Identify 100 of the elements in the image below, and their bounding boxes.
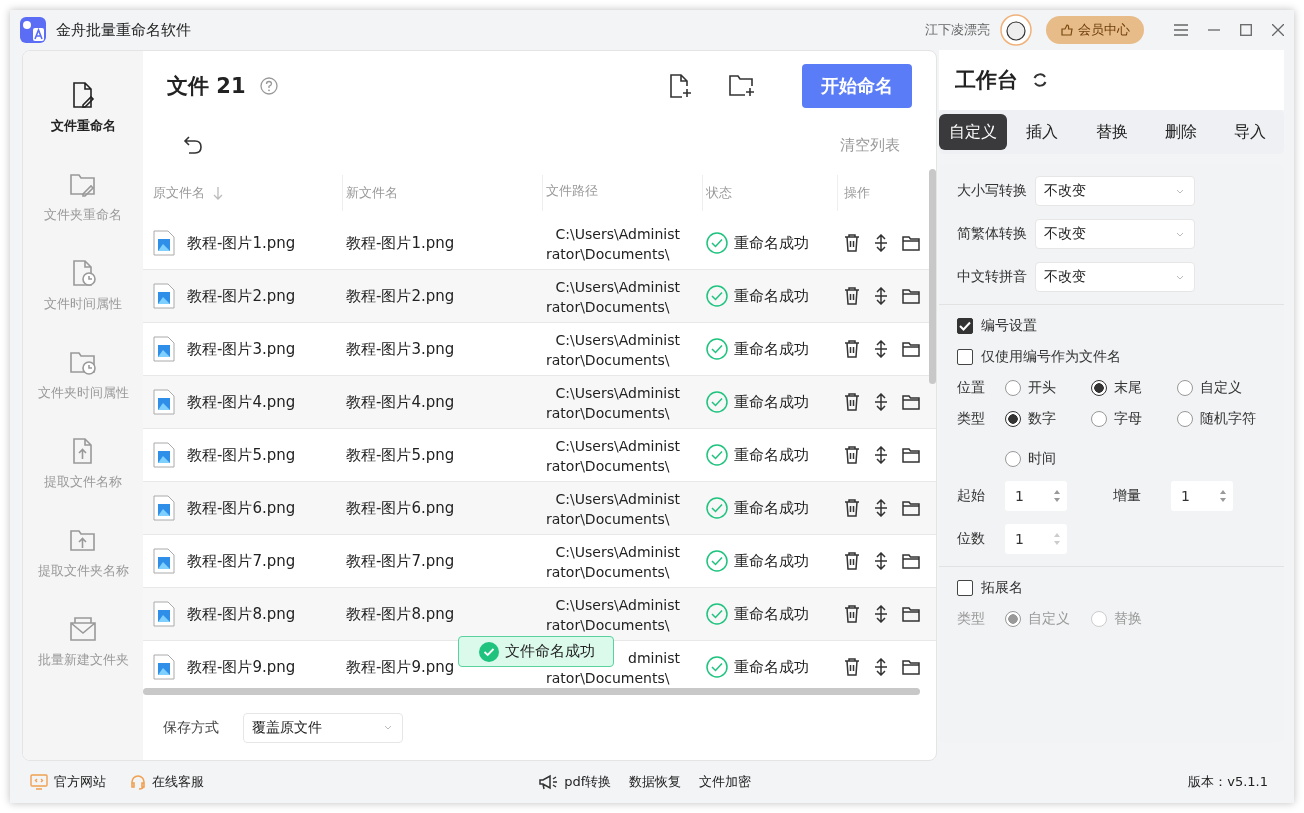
folder-icon[interactable]	[902, 500, 920, 516]
move-icon[interactable]	[874, 605, 888, 623]
move-icon[interactable]	[874, 340, 888, 358]
folder-icon[interactable]	[902, 447, 920, 463]
extension-checkbox[interactable]: 拓展名	[957, 579, 1284, 597]
folder-icon[interactable]	[902, 341, 920, 357]
move-icon[interactable]	[874, 393, 888, 411]
table-cell: C:\Users\Administ	[555, 544, 680, 560]
delete-icon[interactable]	[844, 234, 860, 252]
folder-icon[interactable]	[902, 288, 920, 304]
field-label: 增量	[1113, 487, 1142, 505]
delete-icon[interactable]	[844, 393, 860, 411]
dropdown[interactable]: 不改变	[1035, 262, 1195, 292]
version-text: 版本：v5.1.1	[1188, 773, 1268, 791]
image-file-icon	[153, 230, 175, 256]
table-cell: rator\Documents\	[546, 405, 670, 421]
tab[interactable]: 自定义	[939, 114, 1007, 150]
move-icon[interactable]	[874, 446, 888, 464]
tab[interactable]: 导入	[1216, 114, 1284, 150]
radio-option[interactable]: 随机字符	[1177, 410, 1263, 428]
table-cell: C:\Users\Administ	[555, 332, 680, 348]
footer-link[interactable]: 数据恢复	[629, 773, 682, 791]
footer-link[interactable]: 在线客服	[130, 773, 204, 791]
table-cell: C:\Users\Administ	[555, 491, 680, 507]
scrollbar[interactable]	[143, 688, 920, 695]
table-cell: rator\Documents\	[546, 617, 670, 633]
delete-icon[interactable]	[844, 605, 860, 623]
table-cell: 重命名成功	[734, 233, 809, 253]
move-icon[interactable]	[874, 552, 888, 570]
tab[interactable]: 删除	[1146, 114, 1215, 150]
dropdown[interactable]: 不改变	[1035, 176, 1195, 206]
check-circle-icon	[706, 391, 728, 413]
check-circle-icon	[706, 656, 728, 678]
table-cell: 重命名成功	[734, 286, 809, 306]
radio-option[interactable]: 开头	[1005, 379, 1091, 397]
thumbs-up-icon	[1060, 23, 1074, 37]
close-icon[interactable]	[1272, 24, 1284, 36]
delete-icon[interactable]	[844, 287, 860, 305]
move-icon[interactable]	[874, 234, 888, 252]
digits-field[interactable]: 1	[1005, 524, 1067, 554]
footer-link[interactable]: pdf转换	[538, 773, 612, 791]
tab[interactable]: 替换	[1077, 114, 1146, 150]
increment-field[interactable]: 1	[1171, 481, 1233, 511]
save-mode-label: 保存方式	[163, 718, 219, 737]
only-number-checkbox[interactable]: 仅使用编号作为文件名	[957, 348, 1284, 366]
radio-option[interactable]: 字母	[1091, 410, 1177, 428]
check-circle-icon	[706, 603, 728, 625]
avatar-icon[interactable]	[1000, 14, 1032, 46]
table-cell: 教程-图片7.png	[187, 551, 296, 571]
footer-link[interactable]: 文件加密	[699, 773, 752, 791]
dropdown[interactable]: 不改变	[1035, 219, 1195, 249]
undo-icon[interactable]	[183, 136, 203, 154]
folder-icon[interactable]	[902, 606, 920, 622]
radio-option[interactable]: 末尾	[1091, 379, 1177, 397]
add-folder-icon[interactable]	[728, 74, 756, 98]
megaphone-icon	[538, 774, 559, 790]
table-cell: rator\Documents\	[546, 458, 670, 474]
monitor-icon	[30, 774, 48, 790]
delete-icon[interactable]	[844, 552, 860, 570]
move-icon[interactable]	[874, 499, 888, 517]
save-mode-dropdown[interactable]: 覆盖原文件	[243, 712, 403, 743]
move-icon[interactable]	[874, 287, 888, 305]
footer-link[interactable]: 官方网站	[30, 773, 106, 791]
delete-icon[interactable]	[844, 658, 860, 676]
radio-option[interactable]: 自定义	[1177, 379, 1263, 397]
maximize-icon[interactable]	[1240, 24, 1252, 36]
caret-icon	[1176, 274, 1184, 280]
start-number-field[interactable]: 1	[1005, 481, 1067, 511]
folder-icon[interactable]	[902, 553, 920, 569]
numbering-checkbox[interactable]: 编号设置	[957, 317, 1284, 335]
folder-icon[interactable]	[902, 659, 920, 675]
start-rename-button[interactable]: 开始命名	[802, 64, 912, 108]
caret-icon	[1176, 188, 1184, 194]
radio-option[interactable]: 数字	[1005, 410, 1091, 428]
delete-icon[interactable]	[844, 340, 860, 358]
table-cell: rator\Documents\	[546, 299, 670, 315]
tab[interactable]: 插入	[1008, 114, 1077, 150]
spinner-arrows-icon[interactable]	[1219, 489, 1227, 503]
radio-option[interactable]: 时间	[1005, 450, 1091, 468]
envelope-icon	[69, 615, 97, 643]
refresh-icon[interactable]	[1032, 72, 1048, 88]
delete-icon[interactable]	[844, 446, 860, 464]
table-cell: C:\Users\Administ	[555, 385, 680, 401]
delete-icon[interactable]	[844, 499, 860, 517]
table-cell: 教程-图片9.png	[187, 657, 296, 677]
vip-center-button[interactable]: 会员中心	[1046, 16, 1144, 44]
image-file-icon	[153, 389, 175, 415]
folder-icon[interactable]	[902, 394, 920, 410]
table-cell: 重命名成功	[734, 445, 809, 465]
sidebar-item[interactable]: 文件重命名	[23, 81, 143, 135]
check-circle-icon	[706, 550, 728, 572]
scrollbar[interactable]	[929, 169, 936, 384]
menu-icon[interactable]	[1174, 24, 1188, 36]
column-header: 新文件名	[346, 184, 398, 202]
spinner-arrows-icon[interactable]	[1053, 489, 1061, 503]
add-file-icon[interactable]	[668, 73, 692, 99]
move-icon[interactable]	[874, 658, 888, 676]
help-icon[interactable]	[259, 77, 278, 95]
table-cell: 教程-图片1.png	[346, 233, 455, 253]
folder-icon[interactable]	[902, 235, 920, 251]
